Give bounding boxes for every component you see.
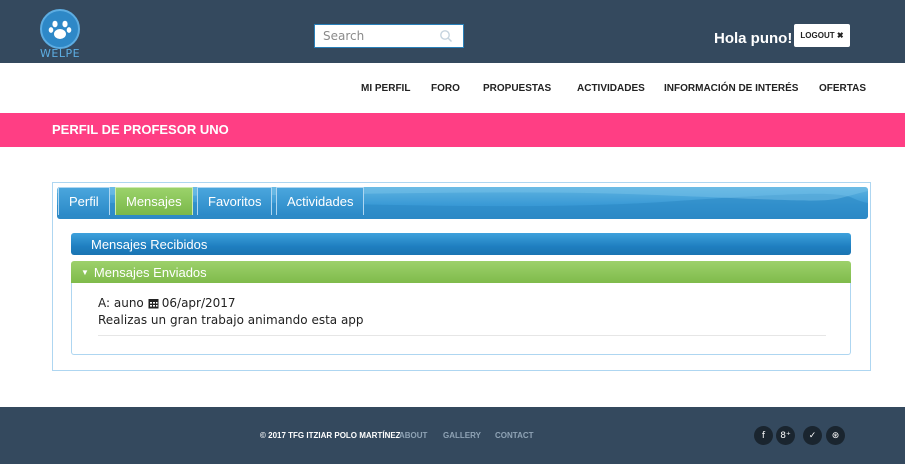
search-icon[interactable] — [439, 29, 453, 43]
twitter-icon[interactable]: ✓ — [803, 426, 822, 445]
nav-item-foro[interactable]: FORO — [431, 83, 460, 94]
page-footer: © 2017 TFG ITZIAR POLO MARTÍNEZ ABOUT GA… — [0, 407, 905, 464]
logo-text: WELPE — [40, 47, 81, 60]
facebook-icon[interactable]: f — [754, 426, 773, 445]
nav-item-ofertas[interactable]: OFERTAS — [819, 83, 866, 94]
footer-link-about[interactable]: ABOUT — [399, 431, 427, 440]
copyright-text: © 2017 TFG ITZIAR POLO MARTÍNEZ — [260, 431, 401, 440]
main-nav: MI PERFIL FORO PROPUESTAS ACTIVIDADES IN… — [0, 63, 905, 113]
logout-button[interactable]: LOGOUT ✖ — [794, 24, 850, 47]
nav-item-propuestas[interactable]: PROPUESTAS — [483, 83, 551, 94]
search-input[interactable] — [315, 26, 435, 46]
page-title: PERFIL DE PROFESOR UNO — [52, 122, 229, 137]
sent-messages-body: A: auno 06/apr/2017 Realizas un gran tra… — [71, 283, 851, 355]
profile-tabs-panel: Perfil Mensajes Favoritos Actividades Me… — [52, 182, 871, 371]
calendar-icon — [148, 298, 159, 308]
nav-item-informacion[interactable]: INFORMACIÓN DE INTERÉS — [664, 83, 798, 94]
tab-mensajes[interactable]: Mensajes — [115, 187, 193, 215]
tab-perfil[interactable]: Perfil — [58, 187, 110, 215]
message-text: Realizas un gran trabajo animando esta a… — [98, 313, 364, 327]
message-date: 06/apr/2017 — [161, 296, 236, 310]
google-plus-icon[interactable]: 8⁺ — [776, 426, 795, 445]
tab-favoritos[interactable]: Favoritos — [197, 187, 273, 215]
user-greeting: Hola puno! — [714, 30, 793, 47]
divider — [98, 335, 826, 336]
received-messages-header[interactable]: Mensajes Recibidos — [71, 233, 851, 255]
nav-item-actividades[interactable]: ACTIVIDADES — [577, 83, 645, 94]
dribbble-icon[interactable]: ⊛ — [826, 426, 845, 445]
message-recipient: A: auno — [98, 296, 144, 310]
footer-link-gallery[interactable]: GALLERY — [443, 431, 481, 440]
top-header: WELPE Hola puno! LOGOUT ✖ — [0, 0, 905, 63]
list-item: A: auno 06/apr/2017 — [98, 296, 236, 310]
sent-messages-header[interactable]: ▼ Mensajes Enviados — [71, 261, 851, 283]
search-box — [314, 24, 464, 48]
sent-messages-label: Mensajes Enviados — [93, 264, 207, 280]
footer-link-contact[interactable]: CONTACT — [495, 431, 534, 440]
tab-actividades[interactable]: Actividades — [276, 187, 365, 215]
page-banner: PERFIL DE PROFESOR UNO — [0, 113, 905, 147]
nav-item-mi-perfil[interactable]: MI PERFIL — [361, 83, 410, 94]
caret-down-icon: ▼ — [81, 267, 89, 277]
paw-logo-icon[interactable] — [40, 9, 80, 49]
